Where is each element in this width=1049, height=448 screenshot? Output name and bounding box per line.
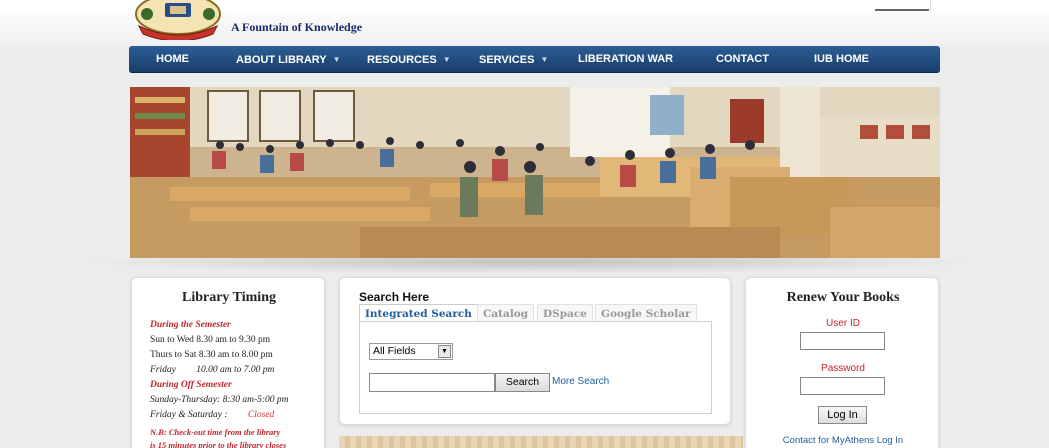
search-panel: Search Here Integrated Search Catalog DS… — [339, 277, 731, 425]
site-tagline: A Fountain of Knowledge — [231, 20, 363, 34]
search-input[interactable] — [369, 373, 495, 392]
main-navbar: HOME ABOUT LIBRARY ▼ RESOURCES ▼ SERVICES ▼… — [129, 46, 940, 73]
user-id-label: User ID — [826, 318, 860, 329]
friday-hours: 10.00 am to 7.00 pm — [196, 365, 275, 375]
nav-label: HOME — [156, 53, 189, 65]
nav-liberation-war[interactable]: LIBERATION WAR — [578, 46, 673, 73]
caret-down-icon: ▼ — [540, 55, 549, 64]
nav-label: RESOURCES — [367, 54, 437, 66]
closed-status: Closed — [247, 410, 275, 420]
password-field[interactable] — [800, 377, 885, 395]
tab-integrated-search[interactable]: Integrated Search — [359, 304, 478, 322]
site-header: A Fountain of Knowledge — [0, 0, 1049, 46]
timing-row-thu-sat: Thurs to Sat 8.30 am to 8.00 pm — [150, 350, 273, 360]
tab-catalog[interactable]: Catalog — [477, 304, 535, 322]
bottom-banner-strip — [339, 436, 743, 448]
search-button[interactable]: Search — [495, 373, 550, 392]
nav-label: ABOUT LIBRARY — [236, 54, 327, 66]
select-arrow-icon: ▼ — [438, 345, 451, 358]
nav-iub-home[interactable]: IUB HOME — [814, 46, 869, 73]
timing-row-sun-wed: Sun to Wed 8.30 am to 9.30 pm — [150, 335, 271, 345]
note-line-2: is 15 minutes prior to the library close… — [150, 440, 287, 448]
library-banner-photo — [130, 87, 940, 258]
password-label: Password — [821, 363, 865, 374]
timing-row-sun-thu: Sunday-Thursday: 8:30 am-5:00 pm — [150, 395, 289, 405]
caret-down-icon: ▼ — [442, 55, 451, 64]
timing-row-fri-sat: Friday & Saturday : Closed — [150, 410, 274, 420]
nav-label: SERVICES — [479, 54, 535, 66]
renew-books-panel: Renew Your Books User ID Password Log In… — [745, 277, 939, 448]
nav-contact[interactable]: CONTACT — [716, 46, 769, 73]
search-title: Search Here — [359, 290, 430, 304]
myathens-contact-link[interactable]: Contact for MyAthens Log In — [746, 435, 940, 446]
timing-title: Library Timing — [181, 290, 276, 305]
fri-sat-label: Friday & Saturday : — [150, 410, 228, 420]
nav-services[interactable]: SERVICES ▼ — [479, 46, 548, 73]
top-right-underline — [875, 9, 929, 11]
note-line-1: N.B: Check-out time from the library — [150, 427, 281, 437]
nav-resources[interactable]: RESOURCES ▼ — [367, 46, 451, 73]
nav-label: LIBERATION WAR — [578, 53, 674, 65]
user-id-field[interactable] — [800, 332, 885, 350]
more-search-link[interactable]: More Search — [552, 376, 609, 387]
university-seal-logo[interactable] — [133, 0, 223, 40]
friday-label: Friday — [150, 365, 176, 375]
caret-down-icon: ▼ — [332, 55, 341, 64]
nav-home[interactable]: HOME — [156, 46, 189, 73]
nav-label: CONTACT — [716, 53, 769, 65]
tab-google-scholar[interactable]: Google Scholar — [595, 304, 697, 322]
timing-row-friday: Friday 10.00 am to 7.00 pm — [150, 365, 274, 375]
semester-heading: During the Semester — [150, 320, 231, 330]
field-select-value: All Fields — [373, 345, 416, 357]
off-semester-heading: During Off Semester — [150, 380, 232, 390]
nav-about-library[interactable]: ABOUT LIBRARY ▼ — [236, 46, 341, 73]
tab-dspace[interactable]: DSpace — [537, 304, 593, 322]
nav-label: IUB HOME — [814, 53, 869, 65]
search-form: All Fields ▼ Search More Search — [359, 321, 712, 414]
library-timing-panel: Library Timing During the Semester Sun t… — [131, 277, 325, 448]
field-select[interactable]: All Fields ▼ — [369, 343, 453, 360]
login-button[interactable]: Log In — [818, 406, 867, 424]
renew-title: Renew Your Books — [786, 290, 900, 305]
